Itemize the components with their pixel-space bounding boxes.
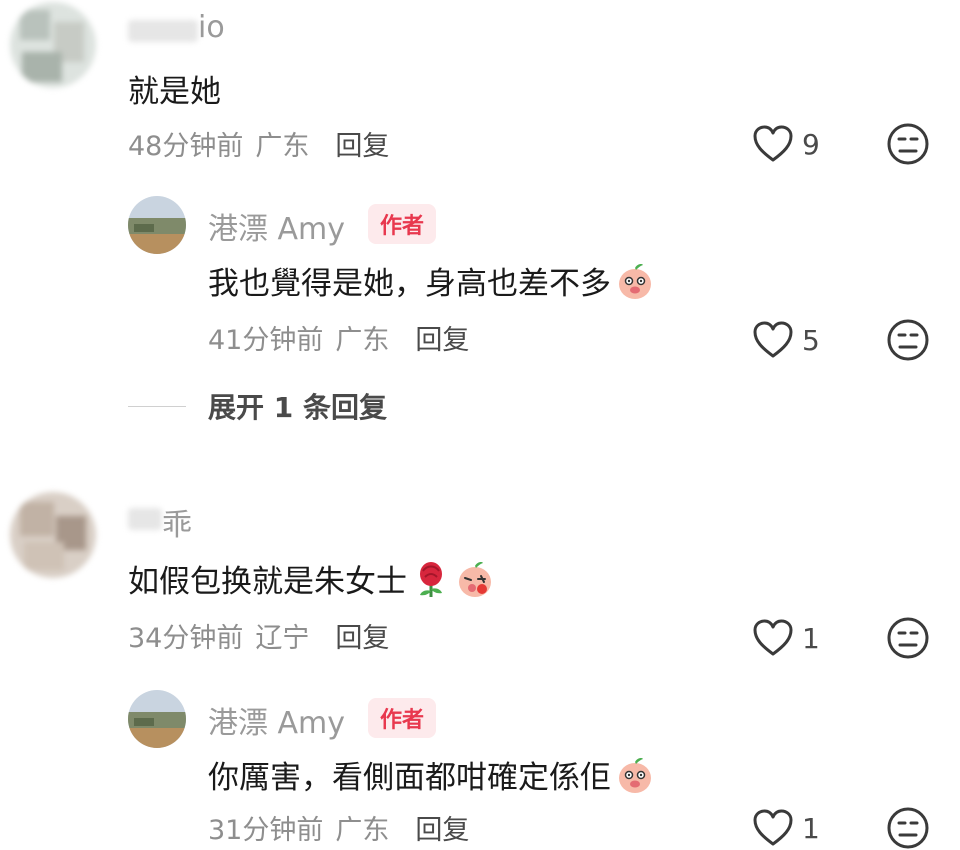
author-username[interactable]: 港漂 Amy bbox=[208, 204, 345, 248]
like-count: 1 bbox=[802, 621, 820, 655]
reply-text-row: 你厲害，看側面都咁確定係佢 bbox=[208, 752, 655, 797]
username-redacted bbox=[128, 508, 162, 530]
heart-outline-icon bbox=[753, 321, 793, 358]
reply-button[interactable]: 回复 bbox=[415, 815, 469, 846]
author-username[interactable]: 港漂 Amy bbox=[208, 698, 345, 742]
comment-text: 如假包换就是朱女士 bbox=[128, 564, 407, 600]
avatar[interactable] bbox=[10, 492, 96, 578]
reply-meta: 41分钟前 广东 回复 bbox=[208, 318, 481, 357]
peach-emoji-icon bbox=[619, 263, 651, 299]
expand-replies-button[interactable]: 展开 1 条回复 bbox=[128, 386, 387, 426]
like-button[interactable]: 5 bbox=[752, 320, 820, 360]
neutral-face-icon[interactable] bbox=[886, 318, 930, 362]
heart-outline-icon bbox=[753, 809, 793, 846]
reply-button[interactable]: 回复 bbox=[335, 131, 389, 162]
neutral-face-icon[interactable] bbox=[886, 122, 930, 166]
like-count: 5 bbox=[802, 323, 820, 357]
username[interactable]: io bbox=[198, 10, 225, 45]
reply-location: 广东 bbox=[335, 815, 390, 846]
like-count: 9 bbox=[802, 127, 820, 161]
like-count: 1 bbox=[802, 811, 820, 845]
author-avatar[interactable] bbox=[128, 690, 186, 748]
username-redacted bbox=[128, 20, 198, 42]
comment-time: 48分钟前 bbox=[128, 131, 244, 162]
divider-line bbox=[128, 405, 186, 407]
like-button[interactable]: 1 bbox=[752, 808, 820, 848]
like-button[interactable]: 1 bbox=[752, 618, 820, 658]
comment-text-row: 如假包换就是朱女士 bbox=[128, 556, 495, 601]
author-avatar[interactable] bbox=[128, 196, 186, 254]
avatar[interactable] bbox=[10, 2, 96, 88]
reply-text: 你厲害，看側面都咁確定係佢 bbox=[208, 760, 611, 796]
peach-emoji-icon bbox=[459, 561, 491, 597]
author-badge: 作者 bbox=[368, 698, 437, 738]
heart-outline-icon bbox=[753, 125, 793, 162]
comment-location: 广东 bbox=[255, 131, 310, 162]
neutral-face-icon[interactable] bbox=[886, 806, 930, 850]
comment-time: 34分钟前 bbox=[128, 623, 244, 654]
reply-text-row: 我也覺得是她，身高也差不多 bbox=[208, 258, 655, 303]
author-badge: 作者 bbox=[368, 204, 437, 244]
comment-location: 辽宁 bbox=[255, 623, 310, 654]
comment-meta: 34分钟前 辽宁 回复 bbox=[128, 616, 401, 655]
reply-button[interactable]: 回复 bbox=[335, 623, 389, 654]
reply-time: 31分钟前 bbox=[208, 815, 324, 846]
reply-text: 我也覺得是她，身高也差不多 bbox=[208, 266, 611, 302]
like-button[interactable]: 9 bbox=[752, 124, 820, 164]
comment-meta: 48分钟前 广东 回复 bbox=[128, 124, 401, 163]
comment-text: 就是她 bbox=[128, 74, 221, 110]
expand-label: 展开 1 条回复 bbox=[208, 391, 387, 424]
rose-emoji-icon bbox=[420, 561, 442, 597]
reply-button[interactable]: 回复 bbox=[415, 325, 469, 356]
heart-outline-icon bbox=[753, 619, 793, 656]
reply-time: 41分钟前 bbox=[208, 325, 324, 356]
username[interactable]: 乖 bbox=[162, 500, 192, 544]
neutral-face-icon[interactable] bbox=[886, 616, 930, 660]
peach-emoji-icon bbox=[619, 757, 651, 793]
reply-meta: 31分钟前 广东 回复 bbox=[208, 808, 481, 847]
reply-location: 广东 bbox=[335, 325, 390, 356]
